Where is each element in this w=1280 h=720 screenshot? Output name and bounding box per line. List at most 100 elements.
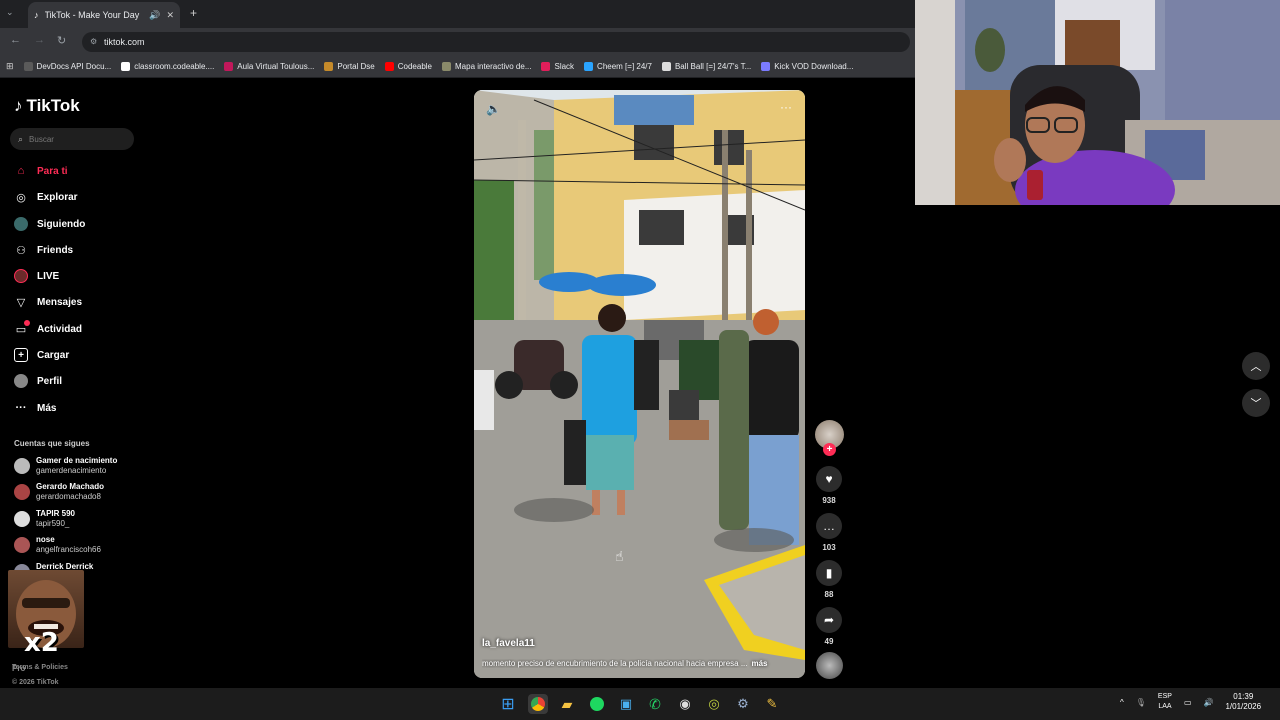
bookmark-favicon-icon: [224, 62, 234, 71]
video-caption: momento preciso de encubrimiento de la p…: [482, 659, 800, 668]
nav-item-live[interactable]: LIVE: [14, 267, 59, 285]
bookmark-favicon-icon: [23, 62, 33, 71]
comment-icon[interactable]: …: [816, 513, 842, 539]
share-action[interactable]: ➦ 49: [815, 607, 843, 646]
bookmark-favicon-icon: [121, 62, 131, 71]
tab-audio-icon[interactable]: 🔊: [149, 10, 160, 21]
new-tab-icon[interactable]: +: [190, 6, 197, 20]
video-author[interactable]: la_favela11: [482, 638, 535, 649]
url-field[interactable]: ⚙ tiktok.com: [82, 32, 910, 52]
stream-overlay-multiplier: x2: [24, 628, 59, 658]
bookmarks-bar: ⊞ DevDocs API Docu... classroom.codeable…: [0, 56, 915, 78]
bookmark-favicon-icon: [442, 62, 451, 71]
avatar: [14, 537, 30, 553]
footer-terms-link[interactable]: Terms & Policies: [12, 664, 68, 671]
next-video-button[interactable]: ﹀: [1242, 389, 1270, 417]
network-icon[interactable]: ▭: [1184, 698, 1192, 707]
bookmark-item[interactable]: DevDocs API Docu...: [23, 62, 111, 71]
spotify-icon[interactable]: [587, 694, 607, 714]
bookmark-item[interactable]: Aula Virtual Toulous...: [224, 62, 314, 71]
nav-item-explorar[interactable]: ◎ Explorar: [14, 188, 77, 206]
followed-account[interactable]: nose angelfranciscoh66: [14, 535, 101, 555]
language-indicator[interactable]: ESP LAA: [1158, 692, 1172, 712]
mouse-pointer-icon: ☝: [615, 548, 624, 564]
obs-icon[interactable]: ◉: [675, 694, 695, 714]
windows-taskbar: [0, 688, 1280, 720]
save-action[interactable]: ▮ 88: [815, 560, 843, 599]
chevron-up-icon[interactable]: ^: [1120, 698, 1124, 707]
clock[interactable]: 01:39 1/01/2026: [1225, 692, 1261, 712]
bookmark-item[interactable]: Mapa interactivo de...: [442, 62, 531, 71]
heart-icon[interactable]: ♥: [816, 466, 842, 492]
video-frame: [474, 90, 805, 678]
previous-video-button[interactable]: ︿: [1242, 352, 1270, 380]
bookmark-item[interactable]: Cheem [=] 24/7: [584, 62, 652, 71]
followed-account[interactable]: TAPIR 590 tapir590_: [14, 509, 75, 529]
share-icon[interactable]: ➦: [816, 607, 842, 633]
nav-item-friends[interactable]: ⚇ Friends: [14, 241, 73, 259]
like-count: 938: [822, 496, 836, 505]
back-icon[interactable]: ←: [10, 34, 21, 46]
tab-close-icon[interactable]: ✕: [166, 10, 174, 21]
bookmark-item[interactable]: Portal Dse: [324, 62, 375, 71]
nav-item-cargar[interactable]: + Cargar: [14, 346, 69, 364]
tab-title: TikTok - Make Your Day: [44, 10, 140, 20]
followed-account[interactable]: Gamer de nacimiento gamerdenacimiento: [14, 456, 117, 476]
bookmark-favicon-icon: [761, 62, 771, 71]
tiktok-logo[interactable]: ♪ TikTok: [14, 96, 80, 116]
compass-icon: ◎: [16, 191, 26, 204]
chrome-taskbar-icon[interactable]: [528, 694, 548, 714]
avatar: [14, 511, 30, 527]
bookmark-favicon-icon: [384, 62, 394, 71]
nav-item-siguiendo[interactable]: Siguiendo: [14, 215, 85, 233]
avatar: [14, 458, 30, 474]
like-action[interactable]: ♥ 938: [815, 466, 843, 505]
chevron-down-icon: ﹀: [1250, 398, 1262, 410]
photos-app-icon[interactable]: ▣: [616, 694, 636, 714]
bookmark-item[interactable]: Codeable: [384, 62, 432, 71]
webcam-image: [915, 0, 1280, 205]
friends-icon: ⚇: [16, 244, 26, 257]
nav-item-actividad[interactable]: ▭ Actividad: [14, 320, 82, 338]
microphone-icon[interactable]: 🎙: [1136, 698, 1146, 707]
nav-item-perfil[interactable]: Perfil: [14, 372, 62, 390]
nav-item-mas[interactable]: ··· Más: [14, 399, 57, 417]
apps-icon[interactable]: ⊞: [6, 61, 14, 72]
nav-item-mensajes[interactable]: ▽ Mensajes: [14, 293, 82, 311]
avatar: [14, 484, 30, 500]
chevron-up-icon: ︿: [1250, 361, 1262, 373]
caption-more-link[interactable]: más: [751, 659, 767, 668]
save-count: 88: [824, 590, 834, 599]
mute-icon[interactable]: 🔈: [486, 102, 501, 116]
browser-tab[interactable]: ♪ TikTok - Make Your Day 🔊 ✕: [28, 2, 180, 28]
bookmark-favicon-icon: [541, 62, 551, 71]
bookmark-item[interactable]: classroom.codeable....: [121, 62, 214, 71]
system-tray: ^ 🎙 ESP LAA ▭ 🔊 01:39 1/01/2026: [1120, 692, 1261, 712]
bookmark-icon[interactable]: ▮: [816, 560, 842, 586]
windows-start-icon[interactable]: ⊞: [498, 694, 518, 714]
reload-icon[interactable]: ↻: [57, 34, 66, 47]
url-text: tiktok.com: [104, 37, 145, 47]
video-more-icon[interactable]: ···: [780, 100, 792, 114]
steam-icon[interactable]: ⚙: [733, 694, 753, 714]
following-section-title: Cuentas que sigues: [14, 439, 90, 448]
comment-action[interactable]: … 103: [815, 513, 843, 552]
search-box[interactable]: ⌕: [10, 128, 134, 150]
search-input[interactable]: [29, 134, 120, 144]
followed-account[interactable]: Gerardo Machado gerardomachado8: [14, 482, 104, 502]
tab-search-icon[interactable]: ⌄: [6, 7, 14, 18]
bookmark-item[interactable]: Ball Ball [=] 24/7's T...: [661, 62, 751, 71]
file-explorer-icon[interactable]: ▰: [557, 694, 577, 714]
whatsapp-icon[interactable]: ✆: [645, 694, 665, 714]
volume-icon[interactable]: 🔊: [1204, 698, 1214, 707]
bookmark-item[interactable]: Kick VOD Download...: [761, 62, 853, 71]
site-info-icon[interactable]: ⚙: [90, 37, 97, 46]
editor-app-icon[interactable]: ✎: [762, 694, 782, 714]
app-icon[interactable]: ◎: [704, 694, 724, 714]
nav-item-para-ti[interactable]: ⌂ Para ti: [14, 162, 68, 180]
forward-icon[interactable]: →: [34, 34, 45, 46]
follow-plus-icon[interactable]: +: [823, 443, 836, 456]
music-disc-icon[interactable]: [816, 652, 843, 679]
bookmark-item[interactable]: Slack: [541, 62, 574, 71]
video-player[interactable]: [474, 90, 805, 678]
